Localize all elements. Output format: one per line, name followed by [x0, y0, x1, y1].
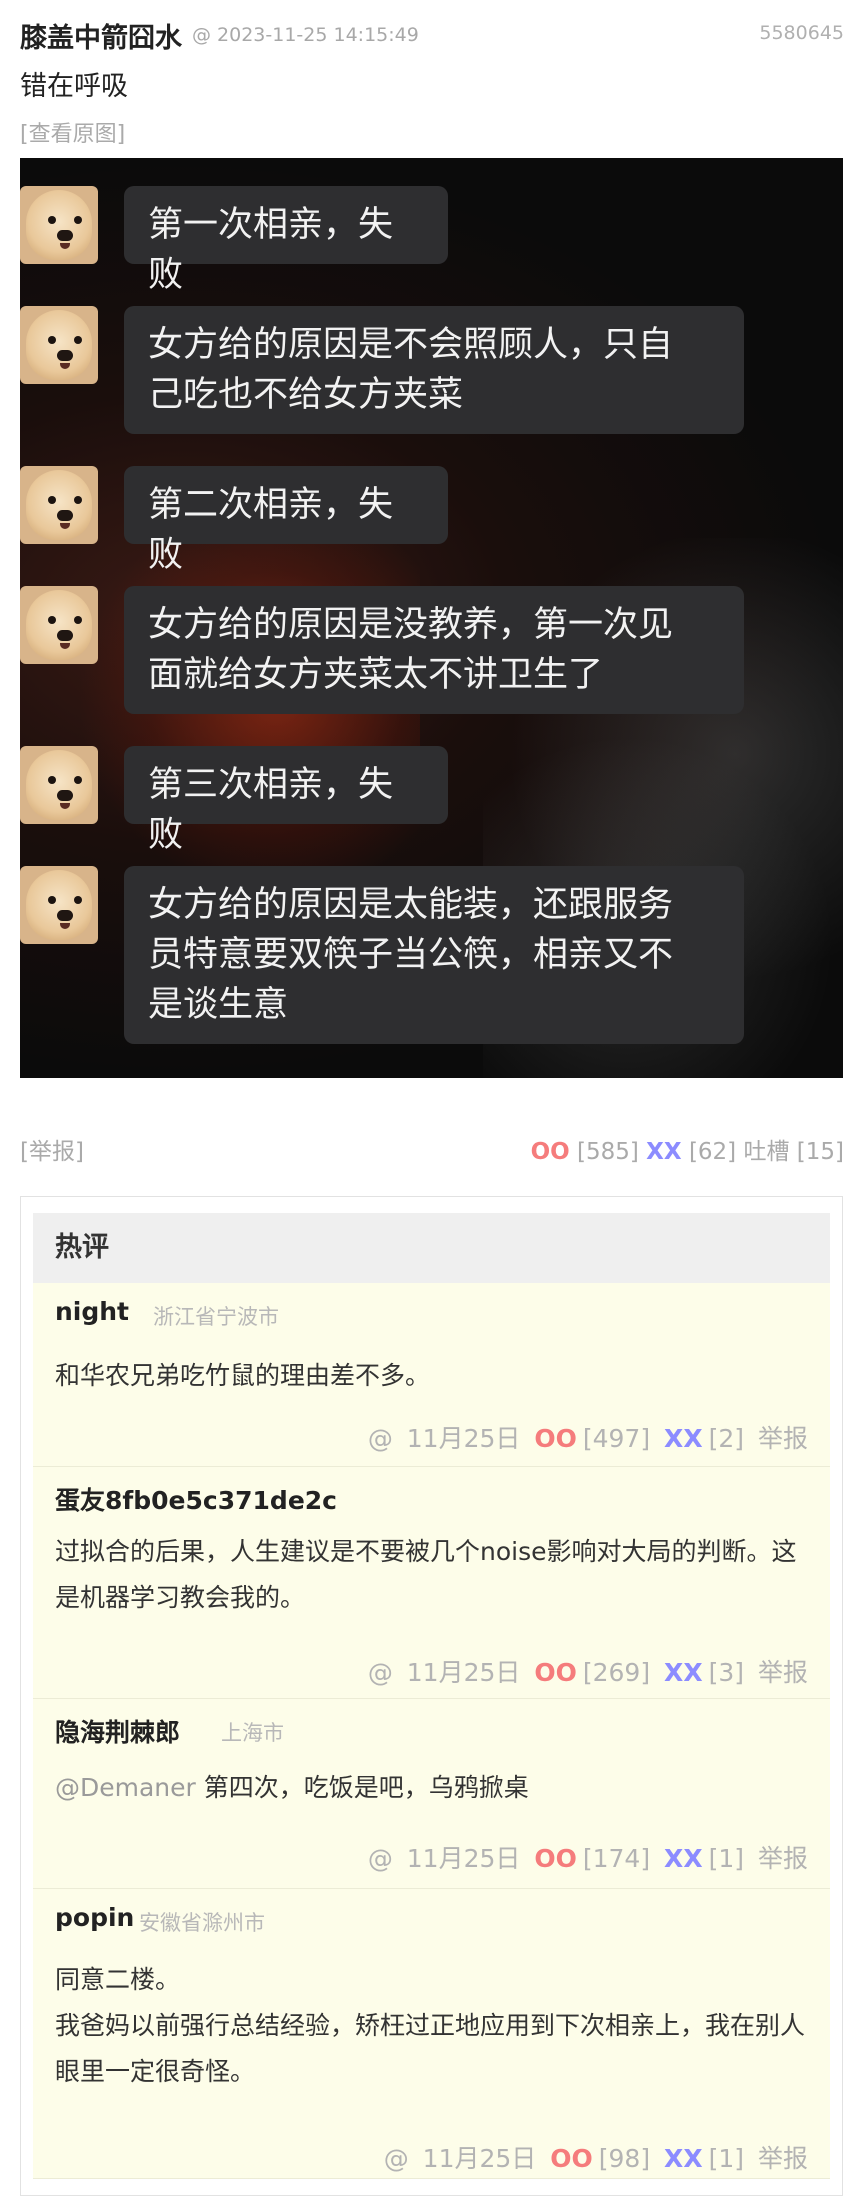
comment-text: 和华农兄弟吃竹鼠的理由差不多。 — [55, 1361, 431, 1390]
tucao-link[interactable]: 吐槽 — [743, 1139, 789, 1165]
hot-comments-section: 热评 night 浙江省宁波市 和华农兄弟吃竹鼠的理由差不多。 @ 11月25日… — [20, 1196, 843, 2196]
oo-count: [585] — [576, 1139, 639, 1165]
oo-button[interactable]: OO — [534, 1424, 577, 1453]
view-original-link[interactable]: [查看原图] — [20, 116, 125, 148]
comment-footer: @ 11月25日 OO [269] XX [3] 举报 — [362, 1653, 808, 1689]
reply-at-button[interactable]: @ — [368, 1844, 393, 1873]
xx-count: [2] — [708, 1424, 745, 1453]
comment-date: 11月25日 — [406, 1658, 521, 1687]
comment-author[interactable]: 隐海荆棘郎 — [55, 1713, 180, 1749]
comment-text: 同意二楼。 我爸妈以前强行总结经验，矫枉过正地应用到下次相亲上，我在别人眼里一定… — [55, 1965, 806, 2086]
xx-button[interactable]: XX — [646, 1139, 681, 1165]
comment-date: 11月25日 — [406, 1424, 521, 1453]
comment-location: 上海市 — [221, 1721, 284, 1745]
post-header: 膝盖中箭囧水 @ 2023-11-25 14:15:49 5580645 — [20, 14, 844, 58]
chat-bubble: 女方给的原因是没教养，第一次见 面就给女方夹菜太不讲卫生了 — [124, 586, 744, 714]
comment-report-link[interactable]: 举报 — [758, 1844, 808, 1873]
comment-location: 安徽省滁州市 — [139, 1911, 265, 1935]
dog-avatar-icon — [20, 466, 98, 544]
comment-footer: @ 11月25日 OO [497] XX [2] 举报 — [362, 1419, 808, 1455]
post-author[interactable]: 膝盖中箭囧水 — [20, 16, 182, 55]
comment-item: 隐海荆棘郎 上海市 @Demaner 第四次，吃饭是吧，乌鸦掀桌 @ 11月25… — [33, 1699, 830, 1889]
comment-item: popin 安徽省滁州市 同意二楼。 我爸妈以前强行总结经验，矫枉过正地应用到下… — [33, 1889, 830, 2179]
dog-avatar-icon — [20, 866, 98, 944]
comment-text: 过拟合的后果，人生建议是不要被几个noise影响对大局的判断。这是机器学习教会我… — [55, 1537, 797, 1612]
post-footer: [举报] OO [585] XX [62] 吐槽 [15] — [20, 1132, 844, 1168]
dog-avatar-icon — [20, 586, 98, 664]
post-votes: OO [585] XX [62] 吐槽 [15] — [531, 1132, 844, 1166]
reply-at-button[interactable]: @ — [368, 1658, 393, 1687]
hot-comments-title: 热评 — [33, 1213, 830, 1283]
post-text: 错在呼吸 — [20, 71, 128, 102]
xx-button[interactable]: XX — [664, 2144, 703, 2173]
comment-location: 浙江省宁波市 — [153, 1305, 279, 1329]
xx-button[interactable]: XX — [664, 1658, 703, 1687]
oo-count: [497] — [582, 1424, 651, 1453]
post-id[interactable]: 5580645 — [759, 22, 844, 44]
xx-count: [62] — [688, 1139, 737, 1165]
reply-at-button[interactable]: @ — [384, 2144, 409, 2173]
chat-bubble: 女方给的原因是不会照顾人，只自 己吃也不给女方夹菜 — [124, 306, 744, 434]
xx-button[interactable]: XX — [664, 1844, 703, 1873]
comment-author[interactable]: 蛋友8fb0e5c371de2c — [55, 1481, 337, 1517]
oo-count: [269] — [582, 1658, 651, 1687]
comment-item: 蛋友8fb0e5c371de2c 过拟合的后果，人生建议是不要被几个noise影… — [33, 1467, 830, 1699]
report-link[interactable]: [举报] — [20, 1132, 84, 1166]
chat-bubble: 第二次相亲，失败 — [124, 466, 448, 575]
xx-count: [1] — [708, 2144, 745, 2173]
comment-mention-link[interactable]: @Demaner — [55, 1773, 196, 1802]
comment-report-link[interactable]: 举报 — [758, 2144, 808, 2173]
oo-button[interactable]: OO — [534, 1658, 577, 1687]
xx-count: [1] — [708, 1844, 745, 1873]
dog-avatar-icon — [20, 306, 98, 384]
chat-bubble: 女方给的原因是太能装，还跟服务 员特意要双筷子当公筷，相亲又不 是谈生意 — [124, 866, 744, 1044]
comment-author[interactable]: night — [55, 1297, 129, 1326]
reply-at-button[interactable]: @ — [368, 1424, 393, 1453]
chat-bubble: 第一次相亲，失败 — [124, 186, 448, 295]
comment-report-link[interactable]: 举报 — [758, 1424, 808, 1453]
oo-button[interactable]: OO — [534, 1844, 577, 1873]
comment-author[interactable]: popin — [55, 1903, 134, 1932]
oo-button[interactable]: OO — [550, 2144, 593, 2173]
post-timestamp: @ 2023-11-25 14:15:49 — [192, 24, 419, 46]
comment-footer: @ 11月25日 OO [98] XX [1] 举报 — [378, 2139, 808, 2175]
chat-bubble: 第三次相亲，失败 — [124, 746, 448, 855]
comment-date: 11月25日 — [422, 2144, 537, 2173]
tucao-count: [15] — [796, 1139, 844, 1165]
xx-count: [3] — [708, 1658, 745, 1687]
chat-screenshot-image: 第一次相亲，失败 女方给的原因是不会照顾人，只自 己吃也不给女方夹菜 第二次相亲… — [20, 158, 843, 1078]
dog-avatar-icon — [20, 746, 98, 824]
oo-count: [98] — [598, 2144, 651, 2173]
oo-button[interactable]: OO — [531, 1139, 570, 1165]
oo-count: [174] — [582, 1844, 651, 1873]
xx-button[interactable]: XX — [664, 1424, 703, 1453]
comment-footer: @ 11月25日 OO [174] XX [1] 举报 — [362, 1839, 808, 1875]
comment-date: 11月25日 — [406, 1844, 521, 1873]
comment-report-link[interactable]: 举报 — [758, 1658, 808, 1687]
comment-item: night 浙江省宁波市 和华农兄弟吃竹鼠的理由差不多。 @ 11月25日 OO… — [33, 1283, 830, 1467]
comment-text: @Demaner 第四次，吃饭是吧，乌鸦掀桌 — [55, 1773, 529, 1802]
dog-avatar-icon — [20, 186, 98, 264]
